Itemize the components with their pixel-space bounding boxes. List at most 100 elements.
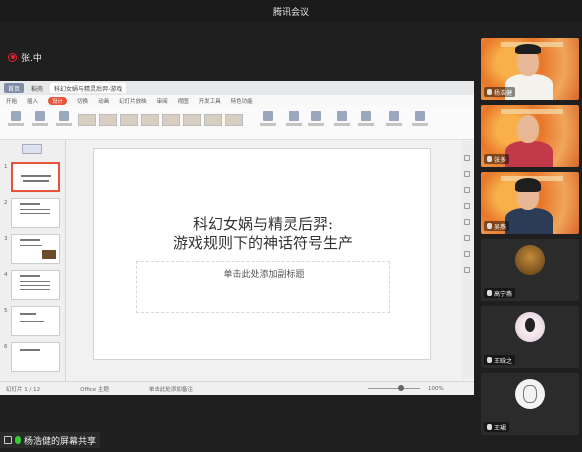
menu-item-transition[interactable]: 切换 <box>77 97 88 105</box>
tab-document[interactable]: 科幻女娲与精灵后羿-游戏 <box>50 83 127 93</box>
theme-thumbnail[interactable] <box>99 114 117 126</box>
slide-thumbnail-item[interactable]: 1 <box>4 162 62 194</box>
menu-item-developer[interactable]: 开发工具 <box>199 97 221 105</box>
tool-icon[interactable] <box>464 171 470 177</box>
ribbon-button[interactable] <box>30 111 50 133</box>
theme-thumbnail[interactable] <box>120 114 138 126</box>
participant-name: 杨浩健 <box>494 89 513 97</box>
menu-item-view[interactable]: 视图 <box>178 97 189 105</box>
screen-share-icon <box>4 436 12 444</box>
mic-icon <box>487 290 492 296</box>
participant-tile[interactable]: 王晗之 <box>481 306 579 368</box>
ribbon-toolbar <box>0 106 474 140</box>
wps-tab-bar: 首页 稻壳 科幻女娲与精灵后羿-游戏 <box>0 81 474 95</box>
theme-label: Office 主题 <box>80 386 109 393</box>
share-label: 杨浩健的屏幕共享 <box>24 436 97 447</box>
theme-thumbnail[interactable] <box>162 114 180 126</box>
tool-icon[interactable] <box>464 267 470 273</box>
theme-gallery[interactable] <box>78 114 243 126</box>
ribbon-button[interactable] <box>6 111 26 133</box>
side-tool-strip <box>461 141 473 379</box>
menu-item-features[interactable]: 特色功能 <box>231 97 253 105</box>
participant-list: 杨浩健 张多 吴燕 高宁燕 王晗之 王珺 <box>477 36 582 452</box>
ribbon-button[interactable] <box>258 111 278 133</box>
participant-tile[interactable]: 张多 <box>481 105 579 167</box>
speaker-indicator: 张.中 <box>8 50 42 64</box>
tool-icon[interactable] <box>464 219 470 225</box>
zoom-slider[interactable] <box>368 388 420 389</box>
window-title-bar: 腾讯会议 <box>0 0 582 22</box>
menu-item-review[interactable]: 审阅 <box>157 97 168 105</box>
slide-thumbnail-item[interactable]: 2 <box>4 198 62 230</box>
theme-thumbnail[interactable] <box>78 114 96 126</box>
menu-item-animation[interactable]: 动画 <box>98 97 109 105</box>
participant-name: 王晗之 <box>494 357 513 365</box>
template-icon <box>35 111 45 121</box>
tool-icon[interactable] <box>464 187 470 193</box>
mic-icon <box>15 436 21 444</box>
slide-number: 4 <box>4 272 8 278</box>
tool-icon[interactable] <box>464 155 470 161</box>
notes-toggle[interactable]: 单击此处添加备注 <box>149 385 193 393</box>
theme-thumbnail[interactable] <box>225 114 243 126</box>
participant-name: 高宁燕 <box>494 290 513 298</box>
format-icon <box>59 111 69 121</box>
subtitle-text: 单击此处添加副标题 <box>223 270 305 280</box>
page-setup-icon <box>389 111 399 121</box>
slide-number: 5 <box>4 308 8 314</box>
tool-icon[interactable] <box>464 251 470 257</box>
current-slide[interactable]: 科幻女娲与精灵后羿: 游戏规则下的神话符号生产 单击此处添加副标题 <box>93 148 431 360</box>
slide-thumbnail-panel[interactable]: 1 2 3 4 5 6 <box>0 140 66 381</box>
ribbon-button[interactable] <box>410 111 430 133</box>
ribbon-button[interactable] <box>332 111 352 133</box>
participant-tile[interactable]: 杨浩健 <box>481 38 579 100</box>
slide-title-line: 游戏规则下的神话符号生产 <box>172 234 353 252</box>
screen-share-view[interactable]: 首页 稻壳 科幻女娲与精灵后羿-游戏 开始 插入 设计 切换 动画 幻灯片放映 … <box>0 81 474 395</box>
menu-item-slideshow[interactable]: 幻灯片放映 <box>119 97 147 105</box>
slide-title[interactable]: 科幻女娲与精灵后羿: 游戏规则下的神话符号生产 <box>94 215 432 253</box>
mic-icon <box>487 424 492 430</box>
tool-icon[interactable] <box>464 203 470 209</box>
layout-icon <box>263 111 273 121</box>
tab-home[interactable]: 首页 <box>4 83 25 93</box>
slide-thumbnail-item[interactable]: 3 <box>4 234 62 266</box>
zoom-level[interactable]: 100% <box>428 386 444 392</box>
tool-icon[interactable] <box>464 235 470 241</box>
mic-icon <box>487 357 492 363</box>
color-icon <box>311 111 321 121</box>
participant-tile[interactable]: 高宁燕 <box>481 239 579 301</box>
panel-view-toggle[interactable] <box>22 144 42 154</box>
ribbon-menu-bar: 开始 插入 设计 切换 动画 幻灯片放映 审阅 视图 开发工具 特色功能 <box>0 95 474 106</box>
ribbon-button[interactable] <box>284 111 304 133</box>
menu-item-start[interactable]: 开始 <box>6 97 17 105</box>
mic-icon <box>487 156 492 162</box>
theme-thumbnail[interactable] <box>183 114 201 126</box>
participant-tile[interactable]: 吴燕 <box>481 172 579 234</box>
participant-name: 张多 <box>494 156 507 164</box>
app-title: 腾讯会议 <box>272 8 309 18</box>
avatar <box>515 312 545 342</box>
ribbon-button[interactable] <box>384 111 404 133</box>
slide-size-icon <box>415 111 425 121</box>
recording-icon <box>8 52 17 62</box>
ribbon-button[interactable] <box>306 111 326 133</box>
ribbon-button[interactable] <box>356 111 376 133</box>
theme-thumbnail[interactable] <box>141 114 159 126</box>
participant-name: 吴燕 <box>494 223 507 231</box>
tab-docer[interactable]: 稻壳 <box>27 83 47 93</box>
participant-tile[interactable]: 王珺 <box>481 373 579 435</box>
slide-number: 6 <box>4 344 8 350</box>
menu-item-design[interactable]: 设计 <box>48 96 68 105</box>
subtitle-placeholder[interactable]: 单击此处添加副标题 <box>136 261 390 313</box>
theme-thumbnail[interactable] <box>204 114 222 126</box>
ribbon-button[interactable] <box>54 111 74 133</box>
mic-icon <box>487 89 492 95</box>
slide-thumbnail-item[interactable]: 5 <box>4 306 62 338</box>
font-icon <box>337 111 347 121</box>
menu-item-insert[interactable]: 插入 <box>27 97 38 105</box>
slide-thumbnail-item[interactable]: 4 <box>4 270 62 302</box>
zoom-slider-handle[interactable] <box>398 385 404 391</box>
slide-thumbnail-item[interactable]: 6 <box>4 342 62 374</box>
slide-number: 3 <box>4 236 8 242</box>
status-bar: 幻灯片 1 / 12 Office 主题 单击此处添加备注 100% <box>0 381 474 395</box>
